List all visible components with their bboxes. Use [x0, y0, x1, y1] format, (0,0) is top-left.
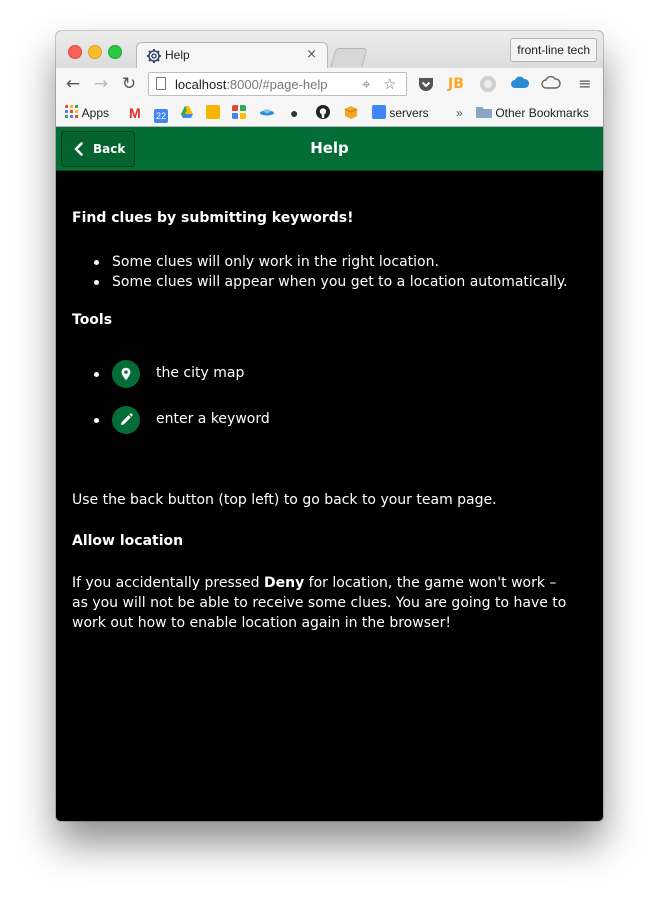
- new-tab-button[interactable]: [330, 48, 368, 67]
- doc-icon: [372, 105, 386, 119]
- window-close-button[interactable]: [68, 45, 82, 59]
- apple-icon[interactable]: ●: [290, 105, 298, 121]
- tools-heading: Tools: [72, 312, 113, 328]
- page-title: Help: [310, 139, 349, 157]
- folder-icon: [476, 107, 492, 118]
- pocket-icon[interactable]: [416, 75, 436, 93]
- pencil-icon: [112, 406, 140, 434]
- profile-button[interactable]: front-line tech: [510, 38, 597, 62]
- list-item: Some clues will appear when you get to a…: [94, 274, 568, 290]
- intro-text: Find clues by submitting keywords!: [72, 210, 354, 226]
- page-icon: [156, 77, 166, 90]
- window-minimize-button[interactable]: [88, 45, 102, 59]
- allow-location-heading: Allow location: [72, 533, 184, 549]
- cloud-outline-icon[interactable]: [541, 75, 561, 93]
- menu-icon[interactable]: ≡: [575, 75, 595, 93]
- browser-window: Help × front-line tech ← → ↻ localhost:8…: [56, 31, 603, 821]
- github-icon[interactable]: [316, 105, 330, 121]
- back-instruction: Use the back button (top left) to go bac…: [72, 492, 497, 508]
- title-bar: Help × front-line tech: [56, 31, 603, 68]
- help-content: Find clues by submitting keywords! Some …: [56, 171, 603, 821]
- bookmark-servers[interactable]: servers: [372, 105, 429, 121]
- tab-help[interactable]: Help ×: [136, 42, 328, 68]
- bookmark-apps[interactable]: Apps: [65, 105, 109, 121]
- bookmark-other[interactable]: Other Bookmarks: [476, 105, 589, 121]
- list-item: Some clues will only work in the right l…: [94, 252, 568, 272]
- tool-label-keyword: enter a keyword: [156, 411, 270, 427]
- cloud-blue-icon[interactable]: [510, 75, 530, 93]
- bookmark-star-icon[interactable]: ☆: [383, 76, 396, 92]
- drive-icon[interactable]: [180, 105, 194, 121]
- app-header: Back Help: [56, 127, 603, 171]
- clue-tips-list: Some clues will only work in the right l…: [94, 252, 568, 292]
- keep-icon[interactable]: [206, 105, 220, 121]
- calendar-icon[interactable]: 22: [154, 105, 168, 123]
- bullet-dot: [94, 372, 99, 377]
- deny-warning: If you accidentally pressed Deny for loc…: [72, 573, 587, 633]
- tiles-icon[interactable]: [232, 105, 246, 121]
- url-host: localhost: [175, 77, 227, 92]
- bookmark-servers-label: servers: [389, 106, 429, 120]
- bookmark-apps-label: Apps: [81, 106, 110, 120]
- reload-icon[interactable]: ↻: [119, 74, 139, 94]
- location-target-icon[interactable]: ⌖: [362, 76, 370, 92]
- tool-item-keyword: enter a keyword: [94, 406, 394, 434]
- deny-line-3: work out how to enable location again in…: [72, 615, 451, 631]
- address-bar[interactable]: localhost:8000/#page-help ⌖ ☆: [148, 72, 407, 96]
- map-pin-icon: [112, 360, 140, 388]
- deny-keyword: Deny: [264, 575, 305, 591]
- calendar-badge: 22: [154, 109, 168, 123]
- box-icon[interactable]: [344, 105, 358, 121]
- deny-line-1: If you accidentally pressed Deny for loc…: [72, 573, 587, 593]
- tool-label-map: the city map: [156, 365, 245, 381]
- forward-arrow-icon[interactable]: →: [91, 74, 111, 94]
- deny-text-pre: If you accidentally pressed: [72, 575, 264, 591]
- window-maximize-button[interactable]: [108, 45, 122, 59]
- tab-title: Help: [165, 48, 190, 62]
- tab-close-icon[interactable]: ×: [306, 47, 317, 62]
- apps-grid-icon: [65, 105, 78, 118]
- browser-toolbar: ← → ↻ localhost:8000/#page-help ⌖ ☆ JB ≡: [56, 68, 603, 100]
- deny-line-2: as you will not be able to receive some …: [72, 595, 567, 611]
- bullet-dot: [94, 418, 99, 423]
- bookmark-other-label: Other Bookmarks: [495, 106, 589, 120]
- jb-label: JB: [448, 76, 464, 92]
- address-url: localhost:8000/#page-help: [175, 77, 328, 92]
- bookmarks-bar: Apps M 22 ● servers » Other Bookmarks: [56, 100, 603, 127]
- back-arrow-icon[interactable]: ←: [63, 74, 83, 94]
- saucer-icon[interactable]: [260, 105, 274, 121]
- jb-extension-icon[interactable]: JB: [446, 75, 466, 93]
- url-path: :8000/#page-help: [226, 77, 328, 92]
- gmail-icon[interactable]: M: [129, 105, 141, 121]
- tool-item-map: the city map: [94, 360, 394, 388]
- grey-circle-extension-icon[interactable]: [478, 75, 498, 93]
- deny-text-post: for location, the game won't work –: [304, 575, 557, 591]
- gear-icon: [147, 49, 161, 63]
- bookmarks-overflow-icon[interactable]: »: [456, 105, 463, 121]
